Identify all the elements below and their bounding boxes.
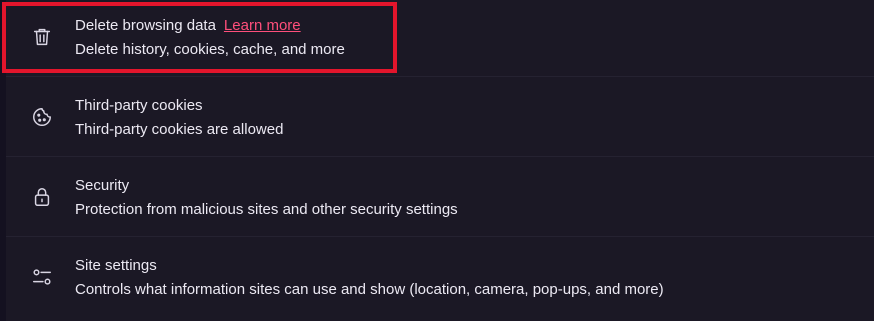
settings-item-subtitle: Protection from malicious sites and othe… xyxy=(75,201,458,218)
settings-item-third-party-cookies[interactable]: Third-party cookies Third-party cookies … xyxy=(6,76,874,156)
settings-item-site-settings[interactable]: Site settings Controls what information … xyxy=(6,236,874,316)
sliders-icon xyxy=(30,265,54,289)
lock-icon xyxy=(30,185,54,209)
settings-list: Delete browsing data Learn more Delete hi… xyxy=(6,0,874,316)
settings-item-text: Third-party cookies Third-party cookies … xyxy=(75,97,283,139)
trash-icon xyxy=(30,25,54,49)
delete-browsing-data-title: Delete browsing data xyxy=(75,17,216,34)
privacy-settings-page: Delete browsing data Learn more Delete hi… xyxy=(0,0,874,321)
settings-item-delete-browsing-data[interactable]: Delete browsing data Learn more Delete hi… xyxy=(6,0,874,76)
settings-item-subtitle: Controls what information sites can use … xyxy=(75,281,664,298)
settings-item-security[interactable]: Security Protection from malicious sites… xyxy=(6,156,874,236)
settings-item-title: Delete browsing data Learn more xyxy=(75,17,345,35)
settings-item-title: Site settings xyxy=(75,257,157,274)
settings-item-subtitle: Delete history, cookies, cache, and more xyxy=(75,41,345,58)
settings-item-text: Delete browsing data Learn more Delete hi… xyxy=(75,17,345,59)
settings-item-subtitle: Third-party cookies are allowed xyxy=(75,121,284,138)
settings-item-text: Site settings Controls what information … xyxy=(75,257,664,299)
learn-more-link[interactable]: Learn more xyxy=(224,17,301,34)
settings-item-title: Third-party cookies xyxy=(75,97,203,114)
cookie-icon xyxy=(30,105,54,129)
settings-item-title: Security xyxy=(75,177,130,194)
settings-item-text: Security Protection from malicious sites… xyxy=(75,177,458,219)
